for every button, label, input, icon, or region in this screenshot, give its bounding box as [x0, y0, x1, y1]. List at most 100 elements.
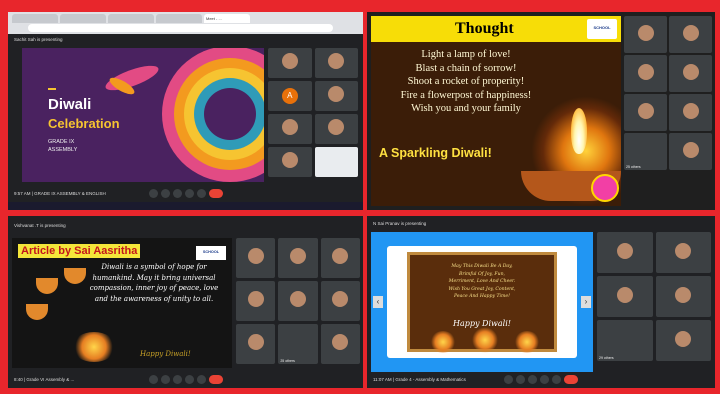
participant-tile[interactable]: [669, 16, 712, 53]
meet-window-thought: Thought SCHOOL Light a lamp of love! Bla…: [367, 12, 715, 210]
participant-tile[interactable]: [314, 147, 358, 177]
camera-button[interactable]: [160, 375, 170, 384]
participant-tile[interactable]: [314, 114, 358, 144]
participant-face: [616, 286, 633, 303]
participant-tile[interactable]: [655, 232, 711, 273]
participant-face: [637, 24, 654, 41]
sparkling-diwali-tagline: A Sparkling Diwali!: [379, 146, 492, 160]
browser-tab[interactable]: [12, 14, 58, 23]
meeting-info: 9:57 AM | GRADE IX ASSEMBLY & ENGLISH: [14, 191, 106, 196]
more-button[interactable]: [552, 375, 561, 384]
participant-tile[interactable]: [236, 238, 276, 278]
captions-button[interactable]: [172, 375, 182, 384]
participant-tile[interactable]: [669, 55, 712, 92]
participant-tile[interactable]: [624, 94, 667, 131]
participant-tile[interactable]: [655, 276, 711, 317]
participant-tile[interactable]: [236, 281, 276, 321]
meeting-controls: 8:40 | Grade VI Assembly & ...: [8, 372, 363, 388]
participant-face: [281, 53, 298, 69]
end-call-button[interactable]: [208, 189, 223, 198]
others-count: 29 others: [599, 356, 614, 360]
lantern-icon: [36, 278, 58, 294]
participant-tile[interactable]: [268, 147, 312, 177]
captions-button[interactable]: [172, 189, 182, 198]
prev-slide-button[interactable]: ‹: [373, 296, 383, 308]
present-button[interactable]: [184, 375, 194, 384]
presenting-banner: N Sai Pranav is presenting: [367, 218, 715, 228]
meet-window-article: Vishvanat .T is presenting Article by Sa…: [8, 216, 363, 388]
browser-chrome: Meet - ...: [8, 12, 363, 34]
article-slide: Article by Sai Aasritha SCHOOL Diwali is…: [12, 238, 232, 368]
camera-button[interactable]: [516, 375, 525, 384]
poem-line: Shoot a rocket of properity!: [407, 76, 525, 87]
participant-face: [616, 242, 633, 259]
end-call-button[interactable]: [564, 375, 578, 384]
participant-face: [675, 330, 692, 347]
participant-tile[interactable]: [597, 232, 653, 273]
participant-tile[interactable]: [268, 48, 312, 78]
participant-tile[interactable]: [278, 238, 318, 278]
present-button[interactable]: [540, 375, 549, 384]
presenting-banner: Sachit Sah is presenting: [8, 34, 363, 44]
control-buttons: [148, 375, 223, 384]
browser-tab-active[interactable]: Meet - ...: [204, 14, 250, 23]
participant-tile[interactable]: [236, 324, 276, 364]
control-buttons: [504, 375, 578, 384]
mic-button[interactable]: [148, 375, 158, 384]
browser-tab[interactable]: [108, 14, 154, 23]
next-slide-button[interactable]: ›: [581, 296, 591, 308]
participant-face: [637, 102, 654, 119]
meeting-controls: 11:07 AM | Grade 4 - Assembly & Mathemat…: [367, 372, 715, 388]
mic-button[interactable]: [148, 189, 158, 198]
more-button[interactable]: [196, 375, 206, 384]
participant-face: [247, 248, 264, 264]
participant-tile[interactable]: 25 others: [624, 133, 667, 170]
camera-button[interactable]: [160, 189, 170, 198]
participant-tile[interactable]: 25 others: [278, 324, 318, 364]
meeting-controls: 9:57 AM | GRADE IX ASSEMBLY & ENGLISH: [8, 186, 363, 202]
slide-subtitle: GRADE IX ASSEMBLY: [48, 139, 78, 153]
diwali-sticker: [591, 174, 619, 202]
poem-line: Fire a flowerpost of happiness!: [400, 89, 532, 101]
diya-icon: [472, 327, 498, 353]
participant-tile[interactable]: [278, 281, 318, 321]
end-call-button[interactable]: [208, 375, 223, 384]
participant-face: [675, 286, 692, 303]
present-button[interactable]: [184, 189, 194, 198]
meet-window-greeting: N Sai Pranav is presenting ‹ May This Di…: [367, 216, 715, 388]
control-buttons: [148, 189, 223, 198]
participant-tile[interactable]: [624, 55, 667, 92]
participant-tile[interactable]: [655, 320, 711, 361]
captions-button[interactable]: [528, 375, 537, 384]
participant-face: [247, 334, 264, 350]
presenting-banner: Vishvanat .T is presenting: [8, 220, 363, 230]
poem-line: Light a lamp of love!: [421, 49, 511, 60]
participant-tile[interactable]: [320, 238, 360, 278]
participant-face: [682, 102, 699, 119]
participant-face: [247, 291, 264, 307]
participant-tile[interactable]: [320, 281, 360, 321]
participant-tile[interactable]: [314, 48, 358, 78]
more-button[interactable]: [196, 189, 206, 198]
address-bar[interactable]: [28, 24, 333, 32]
avatar: A: [281, 88, 298, 104]
lantern-icon: [26, 304, 48, 320]
browser-tab[interactable]: [156, 14, 202, 23]
participant-tile[interactable]: [268, 114, 312, 144]
participant-tile[interactable]: [597, 276, 653, 317]
participant-tile[interactable]: [314, 81, 358, 111]
participant-face: [281, 119, 298, 135]
participant-tile[interactable]: [624, 16, 667, 53]
participant-face: [328, 119, 345, 135]
participant-tile[interactable]: 29 others: [597, 320, 653, 361]
browser-tab[interactable]: [60, 14, 106, 23]
browser-tabs: Meet - ...: [8, 12, 363, 23]
participant-tile[interactable]: A: [268, 81, 312, 111]
participant-face: [682, 63, 699, 80]
mic-button[interactable]: [504, 375, 513, 384]
participant-grid: A: [268, 48, 358, 177]
participant-tile[interactable]: [320, 324, 360, 364]
greeting-card: May This Diwali Be A Day, Brimful Of Joy…: [407, 252, 557, 353]
participant-tile[interactable]: [669, 94, 712, 131]
participant-tile[interactable]: [669, 133, 712, 170]
